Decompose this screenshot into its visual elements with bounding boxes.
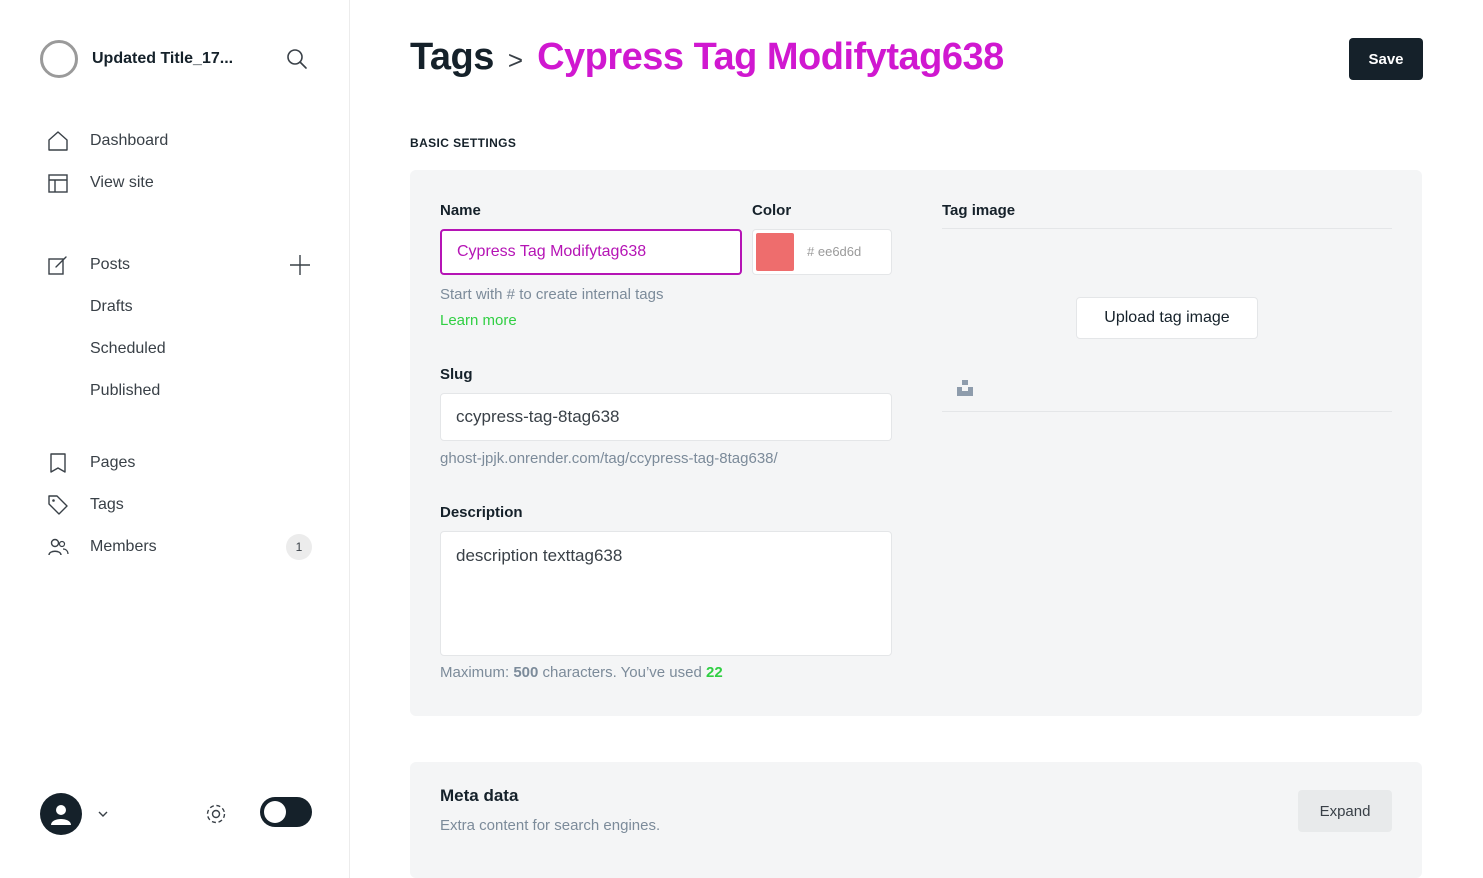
desc-hint-mid: characters. You’ve used bbox=[538, 664, 706, 681]
description-label: Description bbox=[440, 504, 523, 521]
sidebar-item-label: Published bbox=[90, 382, 161, 399]
basic-settings-card: Name Cypress Tag Modifytag638 Start with… bbox=[410, 170, 1422, 716]
sidebar-item-label: Members bbox=[90, 538, 157, 555]
secondary-nav: Pages Tags Members 1 bbox=[46, 442, 316, 568]
unsplash-icon[interactable] bbox=[956, 379, 974, 397]
slug-url-hint: ghost-jpjk.onrender.com/tag/ccypress-tag… bbox=[440, 450, 778, 467]
description-textarea[interactable]: description texttag638 bbox=[440, 531, 892, 656]
posts-nav: Posts Drafts Scheduled Published bbox=[46, 244, 316, 412]
sidebar-item-view-site[interactable]: View site bbox=[46, 162, 316, 204]
meta-data-title: Meta data bbox=[440, 786, 519, 805]
chevron-down-icon[interactable] bbox=[96, 807, 110, 821]
sidebar: Updated Title_17... Dashboard View site bbox=[0, 0, 350, 878]
sidebar-item-dashboard[interactable]: Dashboard bbox=[46, 120, 316, 162]
sidebar-item-members[interactable]: Members 1 bbox=[46, 526, 316, 568]
primary-nav: Dashboard View site bbox=[46, 120, 316, 204]
home-icon bbox=[46, 129, 70, 153]
page-header: Tags > Cypress Tag Modifytag638 bbox=[410, 36, 1004, 79]
sidebar-item-posts[interactable]: Posts bbox=[46, 244, 316, 286]
section-label: BASIC SETTINGS bbox=[410, 136, 517, 150]
site-title[interactable]: Updated Title_17... bbox=[92, 50, 262, 68]
color-swatch[interactable] bbox=[756, 233, 794, 271]
page-title: Cypress Tag Modifytag638 bbox=[537, 36, 1004, 78]
sidebar-item-drafts[interactable]: Drafts bbox=[46, 286, 316, 328]
desc-used-count: 22 bbox=[705, 664, 723, 681]
members-count-badge: 1 bbox=[286, 534, 312, 560]
page-icon bbox=[46, 451, 70, 475]
sidebar-item-label: Pages bbox=[90, 454, 136, 471]
desc-hint-prefix: Maximum: bbox=[440, 664, 514, 681]
description-hint: Maximum: 500 characters. You’ve used 22 bbox=[440, 664, 723, 681]
color-hex-field[interactable]: # ee6d6d bbox=[807, 244, 861, 259]
breadcrumb-separator: > bbox=[507, 45, 524, 75]
desc-max: 500 bbox=[513, 664, 539, 681]
new-post-plus-icon[interactable] bbox=[288, 253, 312, 277]
search-icon[interactable] bbox=[286, 48, 308, 70]
site-logo[interactable] bbox=[40, 40, 78, 78]
edit-icon bbox=[46, 253, 70, 277]
sidebar-item-published[interactable]: Published bbox=[46, 370, 316, 412]
layout-icon bbox=[46, 171, 70, 195]
color-hash: # bbox=[807, 244, 815, 259]
learn-more-link[interactable]: Learn more bbox=[440, 312, 517, 329]
gear-icon[interactable] bbox=[204, 802, 228, 826]
name-label: Name bbox=[440, 202, 481, 219]
user-avatar[interactable] bbox=[40, 793, 82, 835]
sidebar-footer bbox=[40, 792, 312, 836]
tag-image-label: Tag image bbox=[942, 202, 1016, 219]
meta-data-subtitle: Extra content for search engines. bbox=[440, 817, 661, 834]
sidebar-item-label: Dashboard bbox=[90, 132, 169, 149]
sidebar-item-label: Posts bbox=[90, 256, 131, 273]
slug-input[interactable]: ccypress-tag-8tag638 bbox=[440, 393, 892, 441]
meta-data-card: Meta data Extra content for search engin… bbox=[410, 762, 1422, 878]
save-button[interactable]: Save bbox=[1349, 38, 1423, 80]
main-content: Tags > Cypress Tag Modifytag638 Save BAS… bbox=[350, 0, 1483, 878]
color-hex-text: ee6d6d bbox=[817, 244, 862, 259]
upload-tag-image-button[interactable]: Upload tag image bbox=[1076, 297, 1258, 339]
sidebar-item-pages[interactable]: Pages bbox=[46, 442, 316, 484]
sidebar-item-label: Drafts bbox=[90, 298, 133, 315]
users-icon bbox=[46, 535, 70, 559]
sidebar-item-label: Tags bbox=[90, 496, 124, 513]
slug-label: Slug bbox=[440, 366, 473, 383]
dark-mode-toggle[interactable] bbox=[260, 797, 312, 827]
breadcrumb-tags[interactable]: Tags bbox=[410, 36, 494, 79]
color-label: Color bbox=[752, 202, 792, 219]
sidebar-item-label: View site bbox=[90, 174, 154, 191]
sidebar-item-tags[interactable]: Tags bbox=[46, 484, 316, 526]
site-brand: Updated Title_17... bbox=[40, 40, 310, 78]
tag-icon bbox=[46, 493, 70, 517]
expand-button[interactable]: Expand bbox=[1298, 790, 1392, 832]
tag-image-upload: Upload tag image bbox=[942, 228, 1392, 412]
name-input[interactable]: Cypress Tag Modifytag638 bbox=[440, 229, 742, 275]
sidebar-item-label: Scheduled bbox=[90, 340, 166, 357]
sidebar-item-scheduled[interactable]: Scheduled bbox=[46, 328, 316, 370]
color-input[interactable]: # ee6d6d bbox=[752, 229, 892, 275]
name-hint: Start with # to create internal tags bbox=[440, 286, 664, 303]
